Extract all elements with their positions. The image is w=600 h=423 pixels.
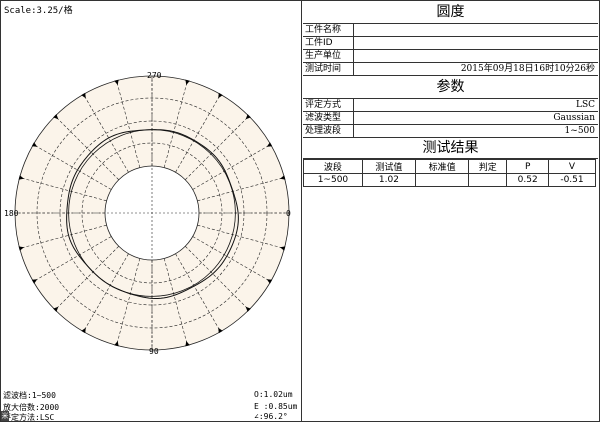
results-table: 波段 测试值 标准值 判定 P V 1~500 1.02 0.52 -0.51 bbox=[303, 159, 597, 187]
field-value bbox=[354, 50, 598, 62]
field-key: 滤波类型 bbox=[303, 112, 354, 124]
angle-text: ∠:96.2° bbox=[254, 412, 288, 421]
header-p: P bbox=[506, 159, 549, 174]
table-row: 1~500 1.02 0.52 -0.51 bbox=[303, 173, 597, 187]
field-key: 工件名称 bbox=[303, 24, 354, 36]
cell-p: 0.52 bbox=[506, 173, 549, 187]
results-header-row: 波段 测试值 标准值 判定 P V bbox=[303, 159, 597, 174]
params-title: 参数 bbox=[303, 76, 598, 99]
header-judgement: 判定 bbox=[468, 159, 508, 174]
axis-label-right: 0 bbox=[286, 209, 291, 218]
field-row-test-time: 测试时间 2015年09月18日16时10分26秒 bbox=[303, 63, 598, 76]
header-v: V bbox=[547, 159, 597, 174]
header-band: 波段 bbox=[303, 159, 363, 174]
field-value bbox=[354, 37, 598, 49]
filter-band-text: 滤波档:1~500 bbox=[3, 391, 56, 400]
cell-standard-value bbox=[415, 173, 470, 187]
corner-icon[interactable]: 米 bbox=[1, 411, 9, 421]
polar-plot-area: Scale:3.25/格 270 90 180 0 滤波档:1~500 放大倍数… bbox=[1, 1, 302, 422]
field-key: 生产单位 bbox=[303, 50, 354, 62]
results-title: 测试结果 bbox=[303, 138, 598, 159]
field-value: 2015年09月18日16时10分26秒 bbox=[460, 64, 595, 74]
roundness-title: 圆度 bbox=[303, 1, 598, 24]
field-key: 测试时间 bbox=[303, 63, 354, 75]
eccentricity-text: E :0.85um bbox=[254, 402, 298, 411]
field-row-part-name: 工件名称 bbox=[303, 24, 598, 37]
field-row-part-id: 工件ID bbox=[303, 37, 598, 50]
field-key: 处理波段 bbox=[303, 125, 354, 137]
field-key: 评定方式 bbox=[303, 99, 354, 111]
evaluation-method-text: 评定方法:LSC bbox=[3, 413, 55, 422]
field-row-filter-type: 滤波类型 Gaussian bbox=[303, 112, 598, 125]
cell-band: 1~500 bbox=[303, 173, 363, 187]
header-test-value: 测试值 bbox=[361, 159, 417, 174]
cell-test-value: 1.02 bbox=[361, 173, 417, 187]
field-value: 1~500 bbox=[564, 126, 595, 136]
header-standard-value: 标准值 bbox=[415, 159, 470, 174]
axis-label-top: 270 bbox=[147, 71, 162, 80]
field-row-band: 处理波段 1~500 bbox=[303, 125, 598, 138]
field-value bbox=[354, 24, 598, 36]
axis-label-bottom: 90 bbox=[149, 347, 159, 356]
roundness-value-text: O:1.02um bbox=[254, 390, 293, 399]
cell-judgement bbox=[468, 173, 508, 187]
field-value: Gaussian bbox=[553, 113, 595, 123]
field-row-producer: 生产单位 bbox=[303, 50, 598, 63]
field-key: 工件ID bbox=[303, 37, 354, 49]
polar-roundness-chart bbox=[14, 75, 290, 351]
info-panel: 圆度 工件名称 工件ID 生产单位 测试时间 2015年09月18日16时10分… bbox=[303, 1, 598, 187]
cell-v: -0.51 bbox=[547, 173, 597, 187]
field-value: LSC bbox=[575, 100, 595, 110]
axis-label-left: 180 bbox=[4, 209, 19, 218]
field-row-eval-method: 评定方式 LSC bbox=[303, 99, 598, 112]
